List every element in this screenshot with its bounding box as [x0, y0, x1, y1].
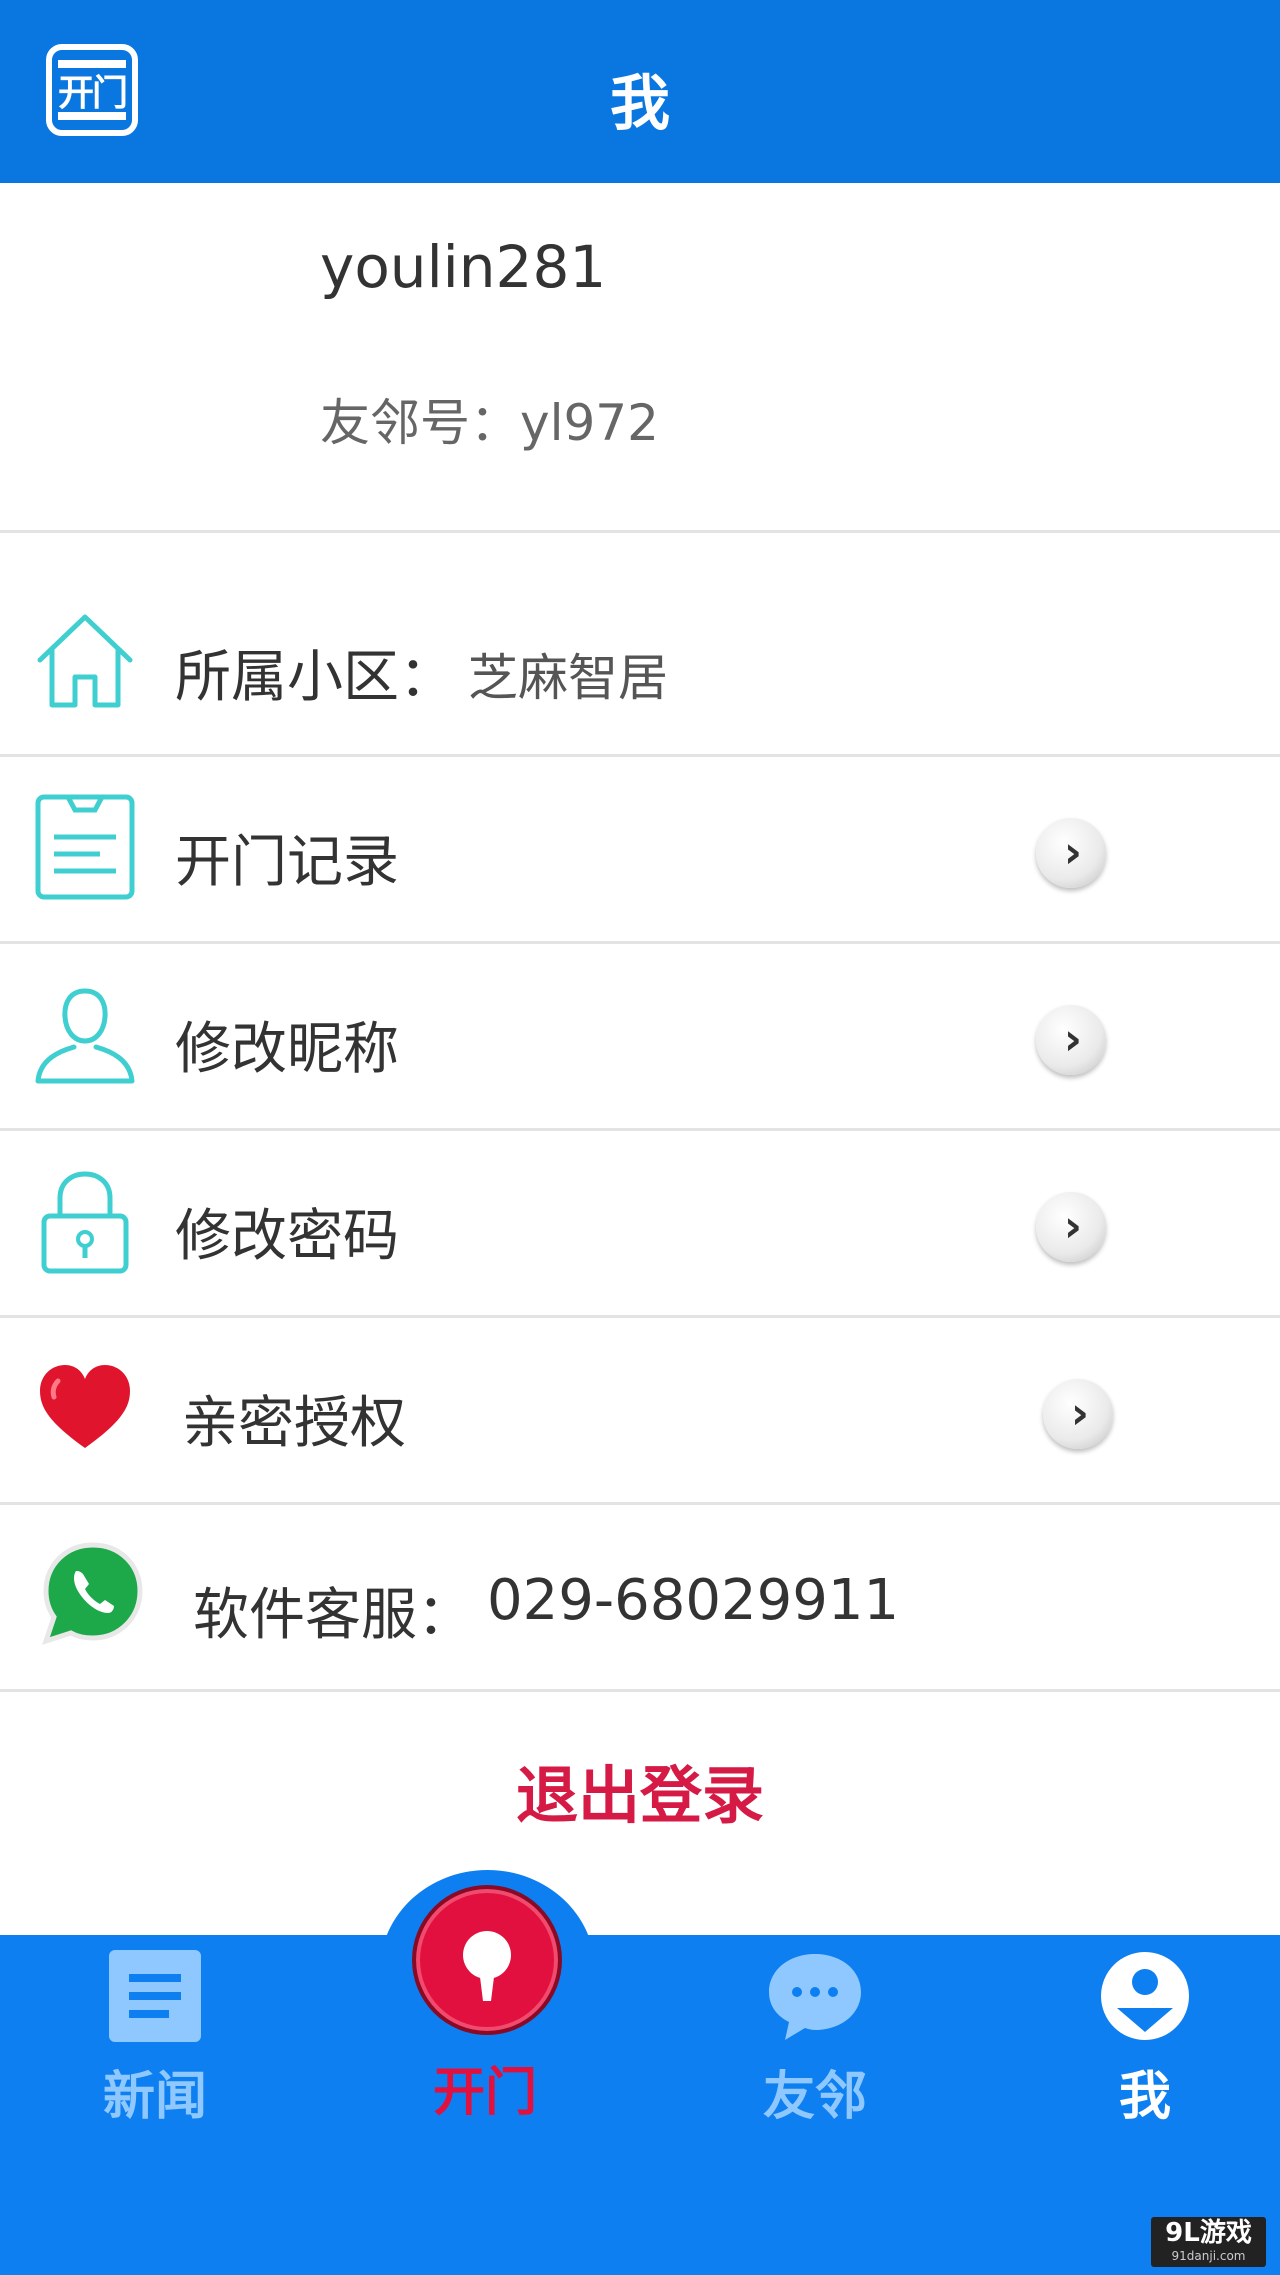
- watermark-text: 9L游戏: [1165, 2218, 1252, 2248]
- nav-news[interactable]: 新闻: [55, 1950, 255, 2129]
- youlin-id: 友邻号：yl972: [320, 394, 659, 452]
- watermark-sub: 91danji.com: [1171, 2249, 1246, 2263]
- support-label: 软件客服：: [193, 1583, 473, 1648]
- nav-neighbors-label: 友邻: [762, 2067, 867, 2127]
- nav-me-label: 我: [1118, 2067, 1171, 2127]
- username: youlin281: [320, 233, 607, 301]
- whatsapp-phone-icon: [42, 1542, 143, 1645]
- support-row: 软件客服： 029-68029911: [0, 1505, 1280, 1692]
- page-title: 我: [610, 69, 670, 139]
- app-header: 开门 我: [0, 0, 1280, 183]
- menu-open-records[interactable]: 开门记录 ›: [0, 757, 1280, 944]
- profile-person-icon: [1101, 1952, 1189, 2040]
- chat-bubble-icon: [769, 1954, 861, 2040]
- nav-neighbors[interactable]: 友邻: [715, 1950, 915, 2129]
- nav-open-label: 开门: [432, 2063, 537, 2123]
- lock-icon: [41, 1171, 129, 1274]
- heart-icon: [40, 1365, 130, 1448]
- open-records-label: 开门记录: [175, 830, 399, 895]
- edit-nickname-label: 修改昵称: [175, 1017, 399, 1082]
- chevron-right-icon[interactable]: ›: [1036, 1192, 1106, 1262]
- user-icon: [35, 988, 135, 1084]
- community-label: 所属小区：: [175, 645, 455, 710]
- profile-card: youlin281 友邻号：yl972: [0, 183, 1280, 533]
- change-password-label: 修改密码: [175, 1204, 399, 1269]
- nav-news-label: 新闻: [102, 2067, 207, 2127]
- menu-intimate-auth[interactable]: 亲密授权 ›: [0, 1318, 1280, 1505]
- intimate-auth-label: 亲密授权: [182, 1391, 406, 1456]
- chevron-right-icon[interactable]: ›: [1043, 1379, 1113, 1449]
- support-phone[interactable]: 029-68029911: [487, 1568, 899, 1633]
- chevron-right-icon[interactable]: ›: [1036, 1005, 1106, 1075]
- community-row: 所属小区： 芝麻智居: [0, 535, 1280, 757]
- logout-button[interactable]: 退出登录: [0, 1745, 1280, 1835]
- nav-open[interactable]: 开门: [385, 1950, 585, 2125]
- nav-me[interactable]: 我: [1045, 1950, 1245, 2129]
- chevron-right-icon[interactable]: ›: [1036, 818, 1106, 888]
- site-watermark: 9L游戏 91danji.com: [1151, 2217, 1266, 2267]
- menu-edit-nickname[interactable]: 修改昵称 ›: [0, 944, 1280, 1131]
- news-icon: [109, 1950, 201, 2042]
- menu-change-password[interactable]: 修改密码 ›: [0, 1131, 1280, 1318]
- record-list-icon: [35, 794, 135, 900]
- community-value: 芝麻智居: [468, 649, 668, 707]
- house-icon: [37, 614, 133, 708]
